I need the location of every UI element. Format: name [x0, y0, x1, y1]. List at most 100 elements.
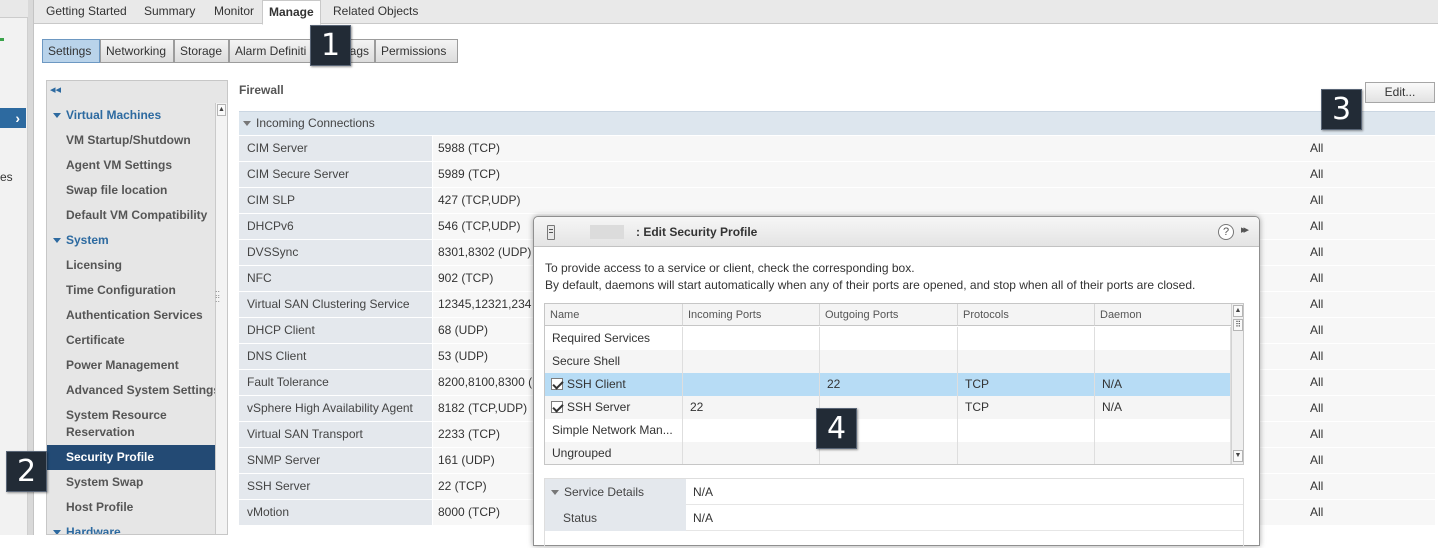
- subtab-networking[interactable]: Networking: [100, 39, 174, 63]
- firewall-service-name: SNMP Server: [239, 448, 432, 473]
- tree-item-power-management[interactable]: Power Management: [47, 353, 215, 378]
- tree-group-virtual-machines[interactable]: Virtual Machines: [47, 103, 215, 128]
- firewall-service-name: DHCPv6: [239, 214, 432, 239]
- firewall-allowed: All: [1310, 479, 1324, 493]
- service-row[interactable]: SSH Server 22 TCP N/A: [545, 396, 1231, 419]
- scroll-up-icon[interactable]: ▲: [1233, 305, 1243, 317]
- tree-item-agent-vm-settings[interactable]: Agent VM Settings: [47, 153, 215, 178]
- expand-triangle-icon[interactable]: [53, 237, 61, 243]
- checkbox-checked-icon[interactable]: [551, 378, 563, 390]
- service-daemon-cell: [1095, 327, 1231, 350]
- expand-dialog-icon[interactable]: ▸▸: [1241, 223, 1249, 236]
- scroll-down-icon[interactable]: ▼: [1233, 450, 1243, 462]
- services-scrollbar[interactable]: ▲ ⠿ ▼: [1231, 304, 1243, 464]
- service-protocols-cell: [958, 442, 1095, 464]
- service-daemon: N/A: [1102, 400, 1123, 414]
- tree-item-swap-file-location[interactable]: Swap file location: [47, 178, 215, 203]
- dialog-description-line1: To provide access to a service or client…: [545, 261, 915, 275]
- tree-item-licensing[interactable]: Licensing: [47, 253, 215, 278]
- service-row[interactable]: Ungrouped: [545, 442, 1231, 464]
- subtab-settings[interactable]: Settings: [42, 39, 100, 63]
- subtab-permissions[interactable]: Permissions: [375, 39, 458, 63]
- service-row[interactable]: Secure Shell: [545, 350, 1231, 373]
- callout-4: 4: [816, 408, 857, 449]
- firewall-ports: 546 (TCP,UDP): [438, 219, 521, 233]
- tree-group-label: Virtual Machines: [66, 108, 162, 122]
- splitter-handle-icon[interactable]: ::::: [215, 289, 223, 304]
- tab-monitor[interactable]: Monitor: [208, 0, 260, 24]
- status-value: N/A: [693, 511, 714, 525]
- tree-group-system[interactable]: System: [47, 228, 215, 253]
- tab-manage[interactable]: Manage: [262, 0, 321, 25]
- scroll-up-icon[interactable]: ▲: [217, 104, 226, 116]
- firewall-service-name: CIM Server: [239, 136, 432, 161]
- expand-triangle-icon[interactable]: [53, 112, 61, 118]
- service-row[interactable]: SSH Client 22 TCP N/A: [545, 373, 1231, 396]
- top-tab-bar: Getting Started Summary Monitor Manage R…: [34, 0, 1438, 25]
- service-name: Ungrouped: [552, 446, 612, 460]
- firewall-service-name: DHCP Client: [239, 318, 432, 343]
- tree-scrollbar[interactable]: ▲: [215, 103, 227, 534]
- scroll-grip-icon[interactable]: ⠿: [1233, 319, 1243, 331]
- service-details-row[interactable]: Service Details N/A: [545, 479, 1243, 505]
- navigator-header: [0, 0, 28, 18]
- tree-item-time-configuration[interactable]: Time Configuration: [47, 278, 215, 303]
- dialog-header: : Edit Security Profile ? ▸▸: [534, 217, 1259, 247]
- help-icon[interactable]: ?: [1218, 224, 1234, 240]
- row-background: [432, 136, 1435, 161]
- expand-triangle-icon[interactable]: [53, 529, 61, 534]
- service-protocols-cell: [958, 327, 1095, 350]
- tree-item-authentication-services[interactable]: Authentication Services: [47, 303, 215, 328]
- checkbox-checked-icon[interactable]: [551, 401, 563, 413]
- service-daemon-cell: [1095, 419, 1231, 442]
- column-header-outgoing-ports[interactable]: Outgoing Ports: [820, 304, 958, 326]
- edit-security-profile-dialog: : Edit Security Profile ? ▸▸ To provide …: [533, 216, 1260, 548]
- host-name-redacted: [590, 225, 624, 239]
- edit-button[interactable]: Edit...: [1365, 82, 1435, 103]
- firewall-row[interactable]: CIM SLP 427 (TCP,UDP) All: [239, 188, 1435, 214]
- service-name: Secure Shell: [552, 354, 621, 368]
- expand-triangle-icon[interactable]: [551, 489, 559, 495]
- firewall-ports: 161 (UDP): [438, 453, 495, 467]
- expand-triangle-icon[interactable]: [243, 120, 251, 126]
- column-header-protocols[interactable]: Protocols: [958, 304, 1095, 326]
- tab-getting-started[interactable]: Getting Started: [40, 0, 133, 24]
- firewall-title: Firewall: [239, 83, 284, 97]
- service-protocols-cell: [958, 350, 1095, 373]
- tree-item-certificate[interactable]: Certificate: [47, 328, 215, 353]
- service-incoming-ports-cell: [683, 419, 820, 442]
- firewall-allowed: All: [1310, 401, 1324, 415]
- service-row[interactable]: Simple Network Man...: [545, 419, 1231, 442]
- tab-summary[interactable]: Summary: [138, 0, 201, 24]
- service-details-value: N/A: [693, 485, 714, 499]
- firewall-service-name: CIM Secure Server: [239, 162, 432, 187]
- tree-item-system-resource-reservation[interactable]: System Resource Reservation: [47, 406, 197, 442]
- collapse-pane-icon[interactable]: ◂◂: [50, 83, 61, 96]
- callout-2: 2: [6, 451, 47, 492]
- firewall-row[interactable]: CIM Secure Server 5989 (TCP) All: [239, 162, 1435, 188]
- chevron-right-icon[interactable]: ›: [0, 108, 26, 128]
- tree-item-default-vm-compat[interactable]: Default VM Compatibility: [47, 203, 215, 228]
- tab-related-objects[interactable]: Related Objects: [327, 0, 424, 24]
- tree-item-vm-startup[interactable]: VM Startup/Shutdown: [47, 128, 215, 153]
- column-header-name[interactable]: Name: [545, 304, 683, 326]
- service-row[interactable]: Required Services: [545, 327, 1231, 350]
- firewall-allowed: All: [1310, 349, 1324, 363]
- tree-group-hardware[interactable]: Hardware: [47, 520, 215, 534]
- service-daemon-cell: [1095, 350, 1231, 373]
- firewall-ports: 22 (TCP): [438, 479, 487, 493]
- firewall-row[interactable]: CIM Server 5988 (TCP) All: [239, 136, 1435, 162]
- column-header-daemon[interactable]: Daemon: [1095, 304, 1243, 326]
- subtab-storage[interactable]: Storage: [174, 39, 229, 63]
- settings-tree: ◂◂ Virtual Machines VM Startup/Shutdown …: [46, 80, 228, 535]
- dialog-description-line2: By default, daemons will start automatic…: [545, 278, 1196, 292]
- column-header-incoming-ports[interactable]: Incoming Ports: [683, 304, 820, 326]
- tree-item-host-profile[interactable]: Host Profile: [47, 495, 215, 520]
- incoming-connections-header[interactable]: Incoming Connections: [239, 111, 1435, 135]
- tree-item-advanced-system-settings[interactable]: Advanced System Settings: [47, 378, 215, 403]
- firewall-service-name: Fault Tolerance: [239, 370, 432, 395]
- tree-item-security-profile[interactable]: Security Profile: [47, 445, 215, 470]
- firewall-ports: 12345,12321,234: [438, 297, 532, 311]
- tree-item-system-swap[interactable]: System Swap: [47, 470, 215, 495]
- subtab-alarm-definitions[interactable]: Alarm Definiti: [229, 39, 321, 63]
